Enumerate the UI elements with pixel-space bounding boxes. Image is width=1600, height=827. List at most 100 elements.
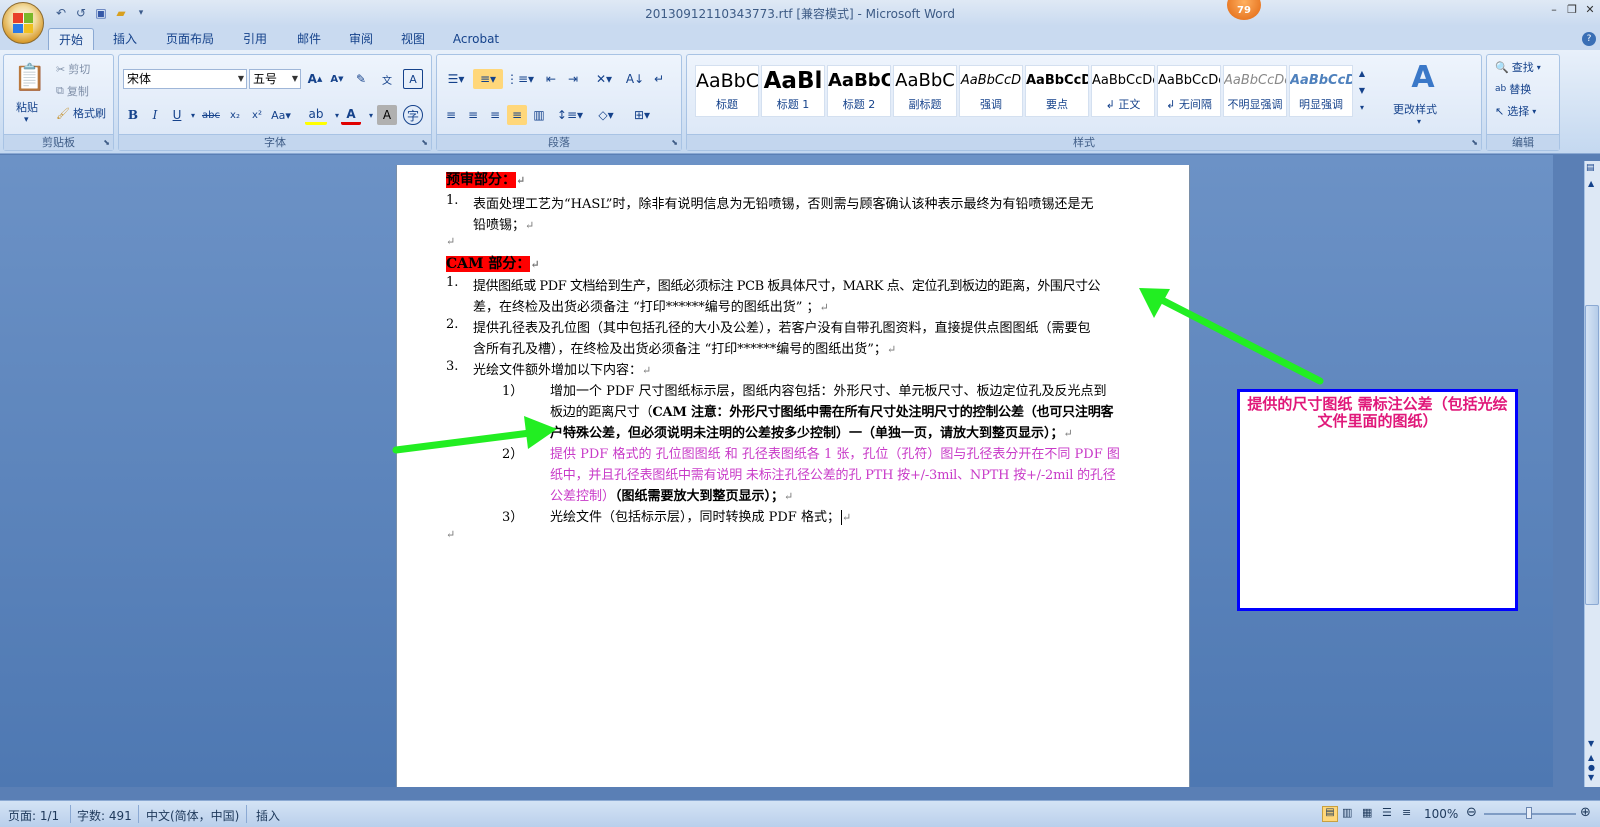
previous-page-icon[interactable]: ▲ [1588,753,1594,762]
zoom-in-icon[interactable]: ⊕ [1580,805,1591,820]
font-size-combo[interactable]: 五号 ▼ [249,69,301,89]
align-center-icon[interactable]: ≡ [463,105,483,125]
tab-insert[interactable]: 插入 [102,28,148,50]
sort-icon[interactable]: A↓ [625,69,645,89]
insert-mode-indicator[interactable]: 插入 [256,807,280,824]
borders-icon[interactable]: ⊞▾ [627,105,657,125]
change-styles-icon[interactable]: A [1405,59,1441,95]
align-right-icon[interactable]: ≡ [485,105,505,125]
find-button[interactable]: 🔍 查找 ▾ [1495,59,1541,75]
decrease-indent-icon[interactable]: ⇤ [541,69,561,89]
bold-icon[interactable]: B [123,105,143,125]
phonetic-guide-icon[interactable]: 文 [377,69,397,89]
character-border-icon[interactable]: A [403,69,423,89]
styles-launcher-icon[interactable]: ⬊ [1471,138,1478,147]
paste-icon[interactable]: 📋 [14,61,46,95]
numbering-icon[interactable]: ≡▾ [473,69,503,89]
word-count[interactable]: 字数: 491 [77,807,132,824]
style-heading-2[interactable]: AaBbC 标题 2 [827,65,891,117]
document-page[interactable]: 预审部分：↵ 1. 表面处理工艺为“HASL”时，除非有说明信息为无铅喷锡，否则… [396,165,1190,787]
show-marks-icon[interactable]: ↵ [649,69,669,89]
zoom-level[interactable]: 100% [1424,807,1458,821]
cut-button[interactable]: ✂ 剪切 [56,61,90,77]
superscript-icon[interactable]: x² [247,105,267,125]
style-subtitle[interactable]: AaBbC 副标题 [893,65,957,117]
shrink-font-icon[interactable]: A ▼ [327,69,347,89]
office-button[interactable] [2,2,44,44]
next-page-icon[interactable]: ▼ [1588,773,1594,782]
subscript-icon[interactable]: x₂ [225,105,245,125]
shading-icon[interactable]: ◇▾ [591,105,621,125]
distributed-icon[interactable]: ▥ [529,105,549,125]
close-icon[interactable]: ✕ [1584,3,1596,16]
zoom-out-icon[interactable]: ⊖ [1466,805,1477,820]
justify-icon[interactable]: ≡ [507,105,527,125]
ruler-toggle-icon[interactable]: ▤ [1586,163,1595,173]
zoom-slider-thumb[interactable] [1526,807,1532,819]
paste-button[interactable]: 粘贴 [16,99,38,115]
style-subtle-emphasis[interactable]: AaBbCcDc 不明显强调 [1223,65,1287,117]
tab-home[interactable]: 开始 [48,28,94,50]
draft-view-icon[interactable]: ≡ [1402,806,1411,819]
select-button[interactable]: ↖ 选择 ▾ [1495,103,1536,119]
restore-icon[interactable]: ❐ [1566,3,1578,16]
list-number: 1. [446,193,459,208]
style-strong[interactable]: AaBbCcD 要点 [1025,65,1089,117]
style-title[interactable]: AaBbC 标题 [695,65,759,117]
paragraph-launcher-icon[interactable]: ⬊ [671,138,678,147]
clipboard-launcher-icon[interactable]: ⬊ [103,138,110,147]
ribbon-tabs: 开始 插入 页面布局 引用 邮件 审阅 视图 Acrobat ? [0,26,1600,50]
styles-scroll-down-icon[interactable]: ▼ [1355,82,1369,99]
highlight-icon[interactable]: ab [305,105,327,125]
change-case-icon[interactable]: Aa▾ [271,105,291,125]
format-painter-button[interactable]: 🖌 格式刷 [56,105,106,121]
clear-format-icon[interactable]: ✎ [351,69,371,89]
tab-acrobat[interactable]: Acrobat [446,28,506,50]
font-color-icon[interactable]: A [341,105,361,125]
enclose-characters-icon[interactable]: 字 [403,105,423,125]
outline-view-icon[interactable]: ☰ [1382,806,1392,819]
italic-icon[interactable]: I [145,105,165,125]
replace-button[interactable]: ab 替换 [1495,81,1531,97]
tab-view[interactable]: 视图 [390,28,436,50]
grow-font-icon[interactable]: A ▲ [305,69,325,89]
full-screen-reading-icon[interactable]: ▥ [1342,806,1352,819]
scroll-down-icon[interactable]: ▼ [1588,739,1594,748]
increase-indent-icon[interactable]: ⇥ [563,69,583,89]
line-spacing-icon[interactable]: ↕≡▾ [555,105,585,125]
change-styles-dropdown-icon[interactable]: ▾ [1417,117,1421,126]
language-indicator[interactable]: 中文(简体，中国) [146,807,239,824]
print-layout-icon[interactable]: ▤ [1322,806,1338,822]
font-launcher-icon[interactable]: ⬊ [421,138,428,147]
tab-review[interactable]: 审阅 [338,28,384,50]
sublist-number: 1） [502,384,524,399]
underline-dropdown-icon[interactable]: ▾ [183,105,203,125]
page-count[interactable]: 页面: 1/1 [8,807,59,824]
style-normal[interactable]: AaBbCcDc ↲ 正文 [1091,65,1155,117]
tab-references[interactable]: 引用 [232,28,278,50]
style-emphasis[interactable]: AaBbCcD 强调 [959,65,1023,117]
style-no-spacing[interactable]: AaBbCcDc ↲ 无间隔 [1157,65,1221,117]
change-styles-button[interactable]: 更改样式 [1393,101,1437,117]
select-browse-object-icon[interactable]: ● [1588,763,1595,772]
help-icon[interactable]: ? [1582,32,1596,46]
strikethrough-icon[interactable]: abc [201,105,221,125]
tab-mailings[interactable]: 邮件 [286,28,332,50]
style-intense-emphasis[interactable]: AaBbCcDc明显强调 [1289,65,1353,117]
paste-dropdown-icon[interactable]: ▾ [24,115,29,125]
chinese-layout-icon[interactable]: ✕▾ [589,69,619,89]
style-heading-1[interactable]: AaBl 标题 1 [761,65,825,117]
scroll-up-icon[interactable]: ▲ [1588,179,1594,188]
minimize-icon[interactable]: – [1548,3,1560,16]
character-shading-icon[interactable]: A [377,105,397,125]
styles-more-icon[interactable]: ▾ [1355,99,1369,116]
tab-page-layout[interactable]: 页面布局 [158,28,222,50]
copy-button[interactable]: ⧉ 复制 [56,83,89,99]
multilevel-list-icon[interactable]: ⋮≡▾ [505,69,535,89]
bullets-icon[interactable]: ☰▾ [441,69,471,89]
font-name-combo[interactable]: 宋体 ▼ [123,69,247,89]
align-left-icon[interactable]: ≡ [441,105,461,125]
web-layout-icon[interactable]: ▦ [1362,806,1372,819]
scrollbar-thumb[interactable] [1585,305,1599,605]
styles-scroll-up-icon[interactable]: ▲ [1355,65,1369,82]
